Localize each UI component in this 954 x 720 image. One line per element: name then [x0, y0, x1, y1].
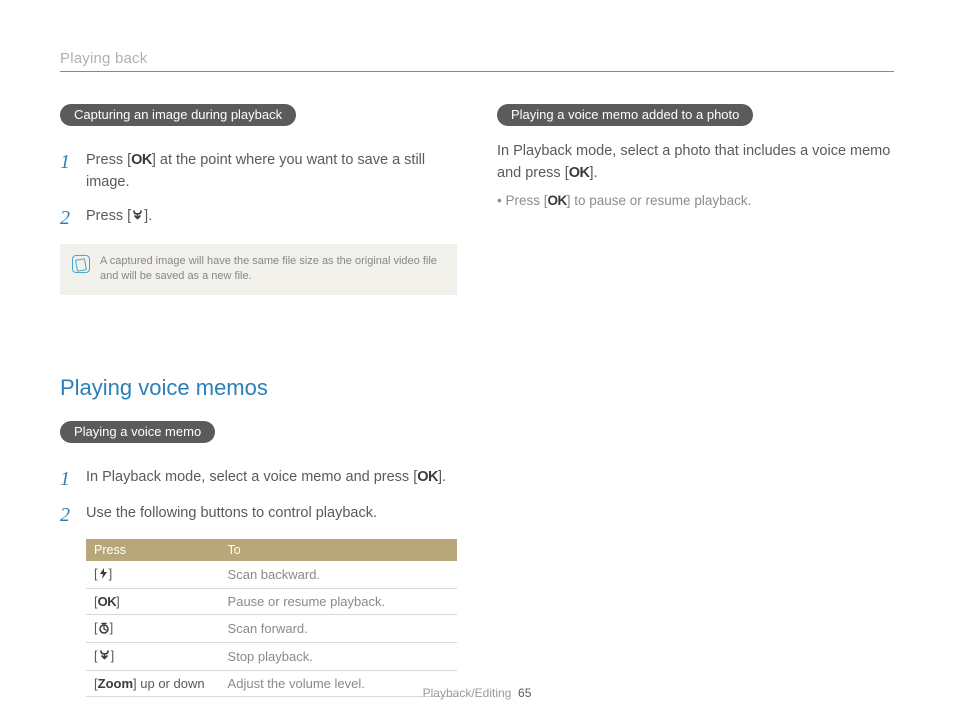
footer-section: Playback/Editing: [423, 686, 512, 700]
step-body: Press [].: [86, 206, 457, 230]
col-header-to: To: [220, 539, 457, 561]
voicememo-step-1: 1 In Playback mode, select a voice memo …: [60, 467, 457, 491]
ok-icon: OK: [417, 469, 438, 485]
page-header: Playing back: [60, 50, 894, 72]
voicememo-step-2: 2 Use the following buttons to control p…: [60, 503, 457, 527]
pill-capturing-image: Capturing an image during playback: [60, 104, 296, 126]
pill-playing-voice-memo: Playing a voice memo: [60, 421, 215, 443]
table-row: [] Scan backward.: [86, 561, 457, 589]
text-part: Press [: [505, 193, 547, 208]
step-number: 1: [60, 150, 86, 174]
step-body: Use the following buttons to control pla…: [86, 503, 457, 525]
table-row: [] Stop playback.: [86, 643, 457, 671]
note-box: A captured image will have the same file…: [60, 244, 457, 296]
flash-left-icon: [98, 567, 109, 583]
table-row: [OK] Pause or resume playback.: [86, 589, 457, 615]
header-rule: [60, 71, 894, 72]
text-part: ] to pause or resume playback.: [567, 193, 752, 208]
cell-press: []: [86, 561, 220, 589]
text-part: ].: [438, 469, 446, 485]
capture-step-1: 1 Press [OK] at the point where you want…: [60, 150, 457, 194]
pill-voice-memo-photo: Playing a voice memo added to a photo: [497, 104, 753, 126]
page-number: 65: [518, 686, 531, 700]
ok-icon: OK: [569, 165, 590, 181]
right-body-text: In Playback mode, select a photo that in…: [497, 140, 894, 185]
timer-right-icon: [98, 622, 110, 637]
macro-down-icon: [131, 208, 144, 230]
left-column: Capturing an image during playback 1 Pre…: [60, 104, 457, 697]
step-number: 2: [60, 206, 86, 230]
ok-icon: OK: [98, 594, 117, 609]
table-header-row: Press To: [86, 539, 457, 561]
text-part: ].: [590, 165, 598, 181]
step-number: 1: [60, 467, 86, 491]
right-column: Playing a voice memo added to a photo In…: [497, 104, 894, 697]
step-body: Press [OK] at the point where you want t…: [86, 150, 457, 194]
cell-to: Stop playback.: [220, 643, 457, 671]
text-part: In Playback mode, select a photo that in…: [497, 143, 890, 181]
text-part: Press [: [86, 208, 131, 224]
cell-to: Scan forward.: [220, 615, 457, 643]
breadcrumb: Playing back: [60, 50, 894, 71]
note-text: A captured image will have the same file…: [100, 254, 445, 286]
text-part: ].: [144, 208, 152, 224]
cell-to: Scan backward.: [220, 561, 457, 589]
cell-press: [OK]: [86, 589, 220, 615]
controls-table: Press To [] Scan backward. [OK] Pause or…: [86, 539, 457, 697]
ok-icon: OK: [548, 193, 567, 208]
capture-step-2: 2 Press [].: [60, 206, 457, 230]
content-columns: Capturing an image during playback 1 Pre…: [60, 104, 894, 697]
step-body: In Playback mode, select a voice memo an…: [86, 467, 457, 489]
cell-to: Pause or resume playback.: [220, 589, 457, 615]
step-number: 2: [60, 503, 86, 527]
ok-icon: OK: [131, 152, 152, 168]
cell-press: []: [86, 615, 220, 643]
cell-press: []: [86, 643, 220, 671]
right-bullet: Press [OK] to pause or resume playback.: [497, 191, 894, 211]
macro-down-icon: [98, 649, 111, 665]
text-part: In Playback mode, select a voice memo an…: [86, 469, 417, 485]
col-header-press: Press: [86, 539, 220, 561]
text-part: Press [: [86, 152, 131, 168]
table-row: [] Scan forward.: [86, 615, 457, 643]
section-title-voice-memos: Playing voice memos: [60, 375, 457, 401]
note-icon: [72, 255, 90, 273]
page-footer: Playback/Editing 65: [0, 686, 954, 700]
